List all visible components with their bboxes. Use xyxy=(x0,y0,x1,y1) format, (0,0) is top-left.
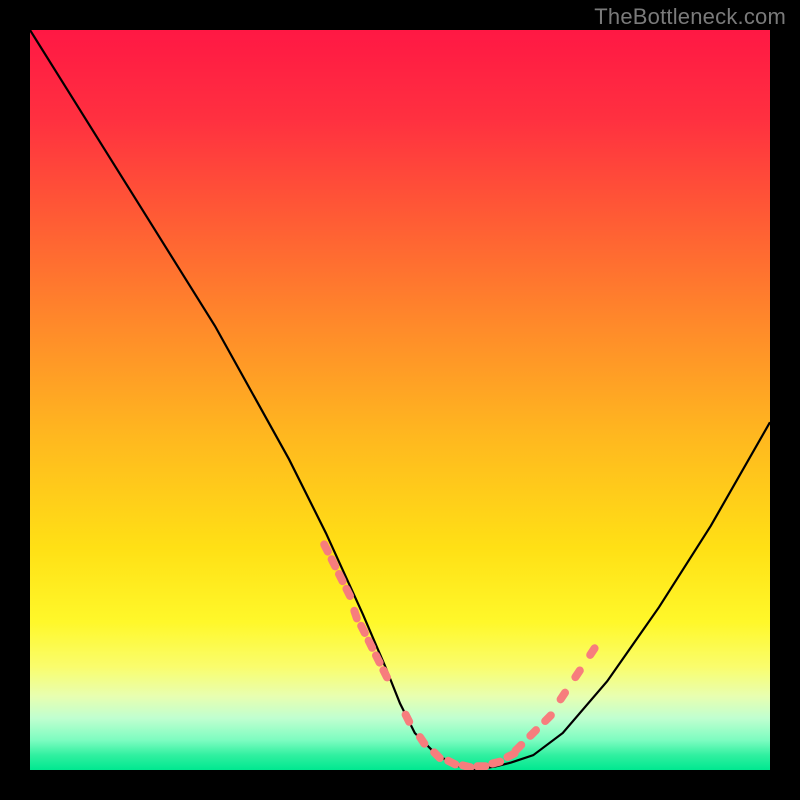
plot-area xyxy=(30,30,770,770)
plot-svg xyxy=(30,30,770,770)
chart-frame: TheBottleneck.com xyxy=(0,0,800,800)
watermark-text: TheBottleneck.com xyxy=(594,4,786,30)
marker-point xyxy=(473,762,489,770)
gradient-background xyxy=(30,30,770,770)
